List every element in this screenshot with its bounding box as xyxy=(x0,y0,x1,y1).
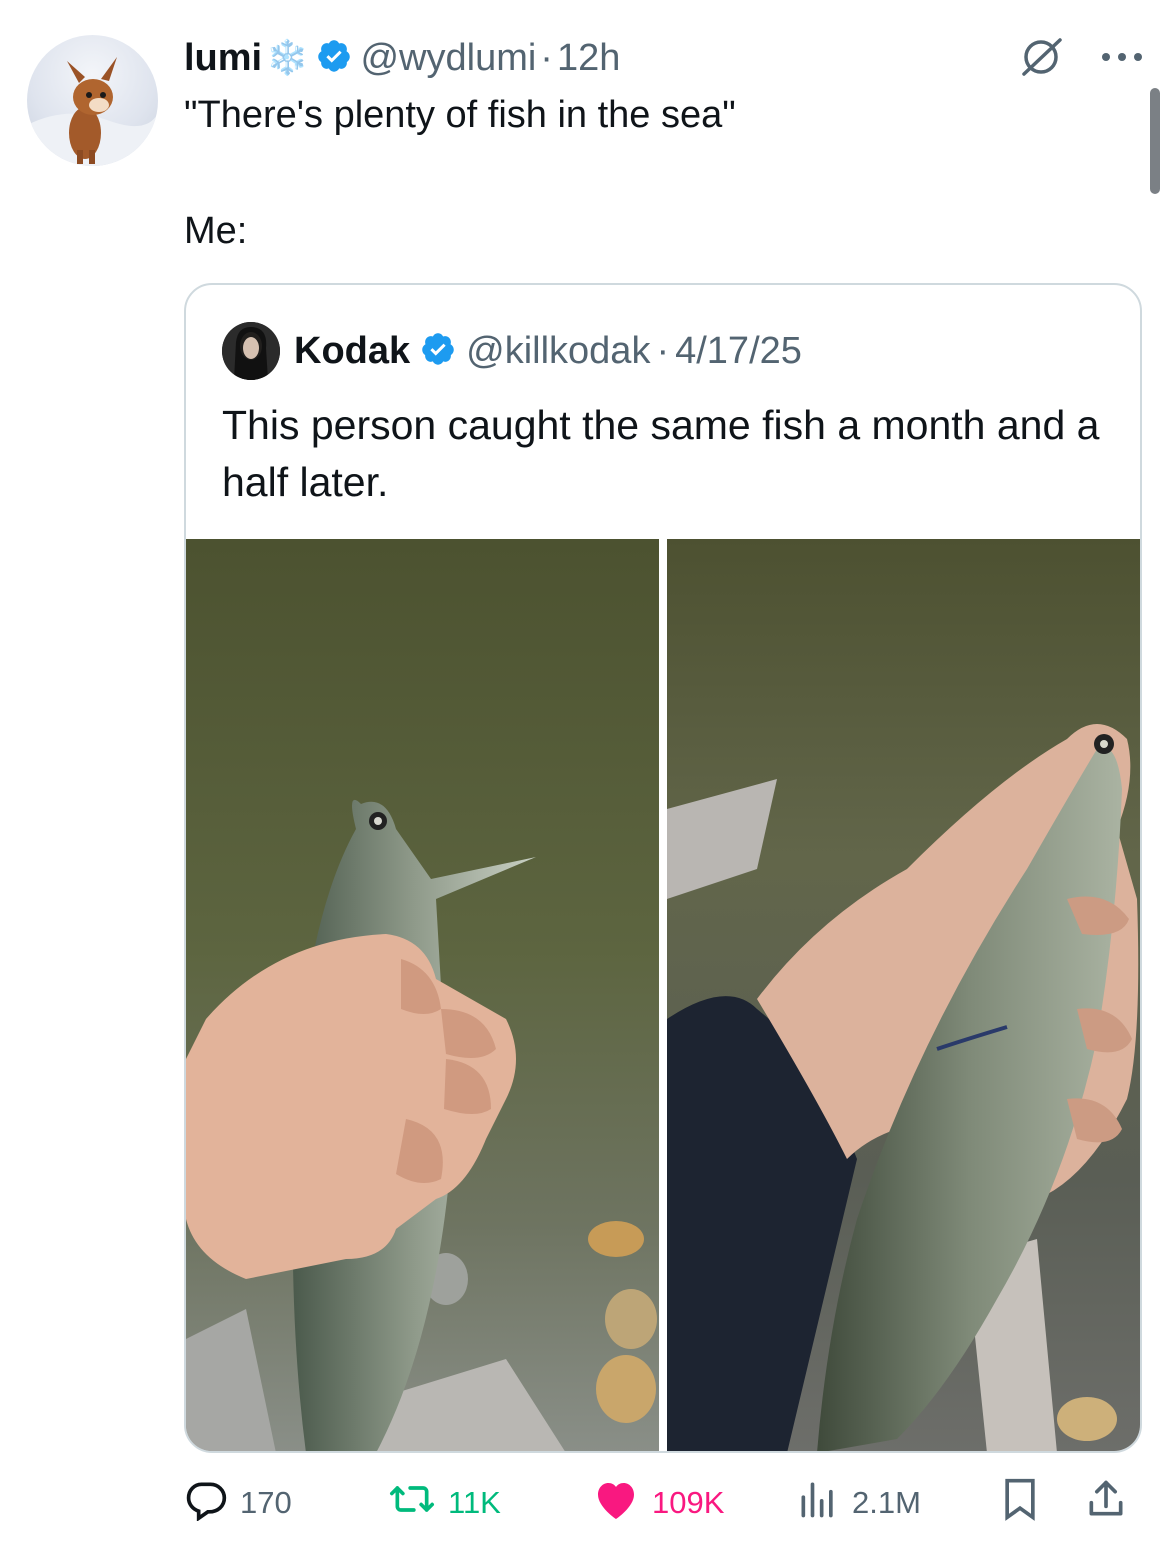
share-icon xyxy=(1084,1477,1128,1529)
view-count: 2.1M xyxy=(852,1485,921,1520)
photo-divider xyxy=(659,539,667,1451)
bookmark-button[interactable] xyxy=(1000,1474,1040,1532)
post-text: "There's plenty of fish in the sea" Me: xyxy=(184,90,1084,252)
verified-badge-icon xyxy=(420,331,456,372)
bookmark-icon xyxy=(1000,1477,1040,1529)
snowflake-emoji: ❄️ xyxy=(266,39,309,77)
post-top-actions xyxy=(1016,32,1144,87)
repost-count: 11K xyxy=(448,1485,501,1520)
author-name[interactable]: lumi xyxy=(184,37,262,80)
reply-button[interactable]: 170 xyxy=(184,1474,292,1532)
quoted-date[interactable]: 4/17/25 xyxy=(675,330,802,373)
quoted-author-name[interactable]: Kodak xyxy=(294,330,410,373)
post-header: lumi ❄️ @wydlumi · 12h xyxy=(184,30,620,86)
like-button[interactable]: 109K xyxy=(592,1474,724,1532)
views-button[interactable]: 2.1M xyxy=(796,1474,921,1532)
repost-button[interactable]: 11K xyxy=(388,1474,501,1532)
separator-dot: · xyxy=(656,329,670,372)
share-button[interactable] xyxy=(1084,1474,1128,1532)
like-count: 109K xyxy=(652,1485,725,1520)
more-icon[interactable] xyxy=(1100,50,1144,69)
post-text-line1: "There's plenty of fish in the sea" xyxy=(184,94,736,136)
post-text-line2: Me: xyxy=(184,210,248,252)
quoted-media[interactable] xyxy=(186,539,1142,1453)
views-icon xyxy=(796,1477,840,1529)
like-icon xyxy=(592,1477,640,1529)
separator-dot: · xyxy=(540,36,553,79)
quoted-text: This person caught the same fish a month… xyxy=(222,402,1100,505)
quoted-author-avatar[interactable] xyxy=(222,322,280,380)
reply-count: 170 xyxy=(240,1485,292,1520)
author-handle[interactable]: @wydlumi xyxy=(360,37,536,80)
action-bar: 170 11K 109K 2.1M xyxy=(184,1474,1144,1532)
fish-photo-left[interactable] xyxy=(186,539,659,1453)
post-time[interactable]: 12h xyxy=(557,37,620,80)
repost-icon xyxy=(388,1477,436,1529)
verified-badge-icon xyxy=(316,38,352,79)
quoted-post[interactable]: Kodak @killkodak · 4/17/25 This person c… xyxy=(184,283,1142,1453)
author-avatar[interactable] xyxy=(27,35,158,166)
quoted-handle[interactable]: @killkodak xyxy=(466,330,650,373)
reply-icon xyxy=(184,1477,228,1529)
grok-icon[interactable] xyxy=(1016,32,1066,87)
quoted-header: Kodak @killkodak · 4/17/25 xyxy=(222,321,802,381)
fish-photo-right[interactable] xyxy=(667,539,1142,1453)
scrollbar[interactable] xyxy=(1150,88,1160,194)
